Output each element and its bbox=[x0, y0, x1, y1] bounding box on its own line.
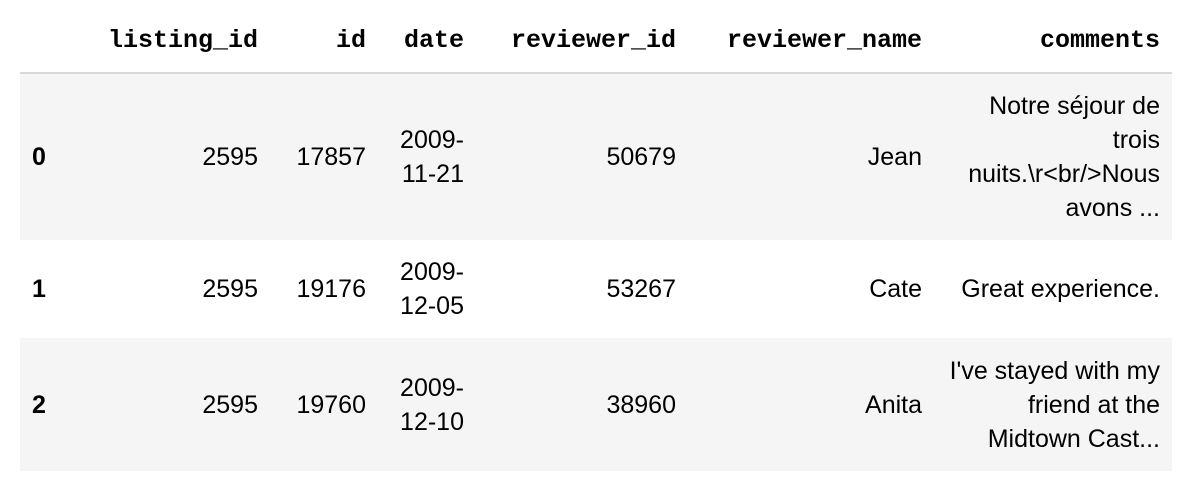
header-id: id bbox=[270, 10, 378, 74]
header-index bbox=[20, 10, 78, 74]
cell-reviewer-id: 53267 bbox=[606, 275, 676, 303]
table-row: 0 2595 17857 2009-11-21 50679 Jean Notre… bbox=[20, 73, 1172, 240]
header-listing-id: listing_id bbox=[78, 10, 270, 74]
cell-reviewer-name: Jean bbox=[867, 143, 922, 171]
cell-reviewer-id: 50679 bbox=[606, 143, 676, 171]
header-reviewer-name: reviewer_name bbox=[688, 10, 934, 74]
cell-listing-id: 2595 bbox=[202, 275, 258, 303]
cell-listing-id: 2595 bbox=[202, 143, 258, 171]
cell-date: 2009-12-10 bbox=[400, 373, 464, 436]
cell-date: 2009-12-05 bbox=[400, 258, 464, 320]
header-date: date bbox=[378, 10, 476, 74]
table-row: 1 2595 19176 2009-12-05 53267 Cate Great… bbox=[20, 240, 1172, 338]
cell-listing-id: 2595 bbox=[202, 390, 258, 419]
cell-reviewer-id: 38960 bbox=[606, 390, 676, 419]
cell-comments: Great experience. bbox=[961, 275, 1160, 303]
table-header: listing_id id date reviewer_id reviewer_… bbox=[20, 10, 1172, 74]
row-index: 0 bbox=[32, 143, 46, 171]
row-index: 2 bbox=[32, 390, 46, 419]
header-comments: comments bbox=[934, 10, 1172, 74]
cell-reviewer-name: Cate bbox=[869, 275, 922, 303]
cell-date: 2009-11-21 bbox=[400, 126, 464, 188]
cell-id: 19176 bbox=[296, 275, 366, 303]
cell-comments: Notre séjour de trois nuits.\r<br/>Nous … bbox=[968, 92, 1160, 222]
header-reviewer-id: reviewer_id bbox=[476, 10, 688, 74]
header-row: listing_id id date reviewer_id reviewer_… bbox=[20, 10, 1172, 74]
table-row: 2 2595 19760 2009-12-10 38960 Anita I've… bbox=[20, 338, 1172, 471]
row-index: 1 bbox=[32, 275, 46, 303]
cell-id: 17857 bbox=[296, 143, 366, 171]
dataframe-table: listing_id id date reviewer_id reviewer_… bbox=[20, 10, 1172, 471]
cell-reviewer-name: Anita bbox=[865, 390, 922, 419]
dataframe-output: listing_id id date reviewer_id reviewer_… bbox=[20, 10, 1172, 471]
cell-comments: I've stayed with my friend at the Midtow… bbox=[949, 356, 1160, 453]
cell-id: 19760 bbox=[296, 390, 366, 419]
table-body: 0 2595 17857 2009-11-21 50679 Jean Notre… bbox=[20, 73, 1172, 471]
